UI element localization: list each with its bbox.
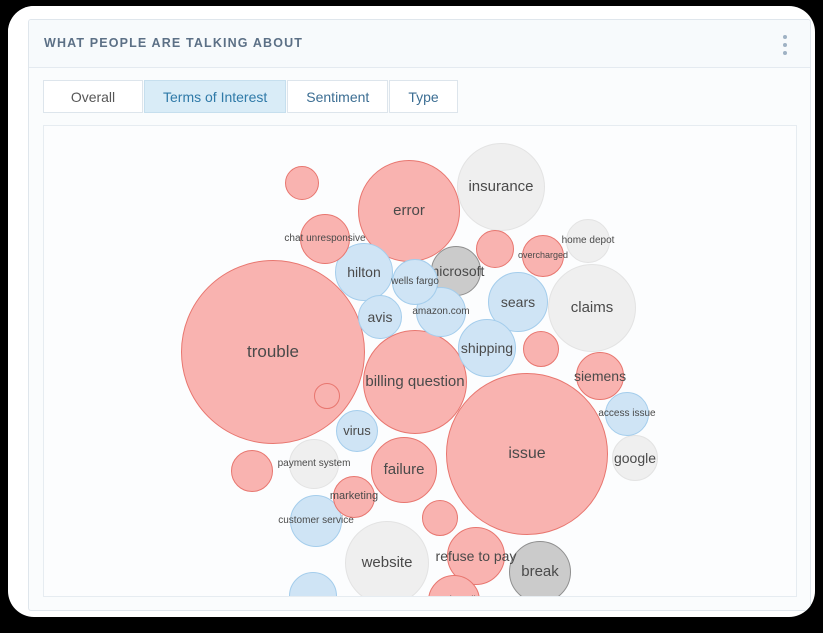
bubble-trouble[interactable]: trouble [181, 260, 365, 444]
bubble-label: virus [343, 423, 371, 439]
bubble-label: failure [383, 461, 425, 479]
bubble-label: amazon.com [412, 305, 470, 317]
tab-label: Terms of Interest [163, 88, 268, 105]
talking-about-card: WHAT PEOPLE ARE TALKING ABOUT Overall Ter… [28, 19, 811, 611]
bubble-break[interactable]: break [509, 541, 571, 596]
bubble-marketing[interactable]: marketing [329, 476, 379, 518]
bubble-label: issue [508, 444, 546, 462]
bubble-shipping[interactable]: shipping [458, 319, 516, 377]
tab-label: Type [408, 88, 439, 105]
bubble-siemens[interactable]: siemens [573, 352, 627, 400]
bubble-payment-system[interactable]: payment system [278, 439, 350, 489]
bubble-label: home depot [561, 234, 615, 246]
bubble-label: error [393, 202, 425, 220]
bubble-access-issue[interactable]: access issue [598, 392, 656, 436]
bubble-virus[interactable]: virus [336, 410, 378, 452]
bubble-avis[interactable]: avis [358, 295, 402, 339]
bubble-label: wells fargo [391, 275, 439, 287]
bubble-label: website [361, 554, 413, 572]
kebab-dot-2 [783, 43, 787, 47]
bubble-label: sound quality [425, 595, 484, 596]
bubble-label: insurance [468, 178, 534, 196]
screen: WHAT PEOPLE ARE TALKING ABOUT Overall Ter… [0, 0, 823, 633]
bubble-label: customer service [278, 514, 354, 526]
bubble-unlabeled[interactable] [231, 450, 273, 492]
bubble-claims[interactable]: claims [548, 264, 636, 352]
bubble-label: shipping [460, 339, 514, 356]
tab-overall[interactable]: Overall [43, 80, 143, 113]
bubble-unlabeled[interactable] [289, 572, 337, 596]
bubble-wells-fargo[interactable]: wells fargo [391, 259, 439, 305]
bubble-home-depot[interactable]: home depot [562, 219, 614, 263]
kebab-dot-1 [783, 35, 787, 39]
bubble-label: avis [367, 308, 393, 325]
bubble-issue[interactable]: issue [446, 373, 608, 535]
tab-label: Overall [70, 88, 116, 105]
bubble-label: marketing [329, 490, 379, 503]
bubble-billing-question[interactable]: billing question [363, 330, 467, 434]
bubble-label: payment system [277, 457, 351, 469]
bubble-label: overcharged [517, 250, 569, 261]
kebab-menu-icon[interactable] [774, 33, 796, 57]
tab-sentiment[interactable]: Sentiment [287, 80, 389, 113]
bubble-chart-plot: trouble issue billing question error insuran… [43, 125, 797, 597]
tab-terms-of-interest[interactable]: Terms of Interest [144, 80, 287, 113]
bubble-failure[interactable]: failure [371, 437, 437, 503]
bubble-label: google [613, 449, 657, 466]
bubble-website[interactable]: website [345, 521, 429, 596]
bubble-chat-unresponsive[interactable]: chat unresponsive [284, 214, 366, 264]
kebab-dot-3 [783, 51, 787, 55]
bubble-insurance[interactable]: insurance [457, 143, 545, 231]
bubble-label: break [521, 563, 559, 581]
bubble-label: trouble [247, 342, 299, 362]
card-header: WHAT PEOPLE ARE TALKING ABOUT [29, 20, 810, 68]
bubble-label: siemens [573, 367, 627, 384]
bubble-unlabeled[interactable] [314, 383, 340, 409]
bubble-unlabeled[interactable] [285, 166, 319, 200]
bubble-label: access issue [598, 407, 656, 419]
bubble-unlabeled[interactable] [422, 500, 458, 536]
bubble-label: sears [500, 293, 536, 310]
page-title: WHAT PEOPLE ARE TALKING ABOUT [44, 36, 304, 50]
bubble-google[interactable]: google [612, 435, 658, 481]
bubble-unlabeled[interactable] [476, 230, 514, 268]
window-panel: WHAT PEOPLE ARE TALKING ABOUT Overall Ter… [8, 6, 815, 617]
bubble-label: claims [570, 299, 614, 317]
bubble-label: refuse to pay [435, 547, 517, 564]
tab-type[interactable]: Type [389, 80, 458, 113]
tab-bar: Overall Terms of Interest Sentiment Type [43, 80, 458, 113]
bubble-unlabeled[interactable] [523, 331, 559, 367]
tab-label: Sentiment [306, 88, 370, 105]
bubble-label: chat unresponsive [284, 232, 366, 244]
bubble-overcharged[interactable]: overcharged [518, 235, 568, 277]
bubble-label: hilton [347, 263, 381, 280]
bubble-label: billing question [365, 373, 465, 391]
